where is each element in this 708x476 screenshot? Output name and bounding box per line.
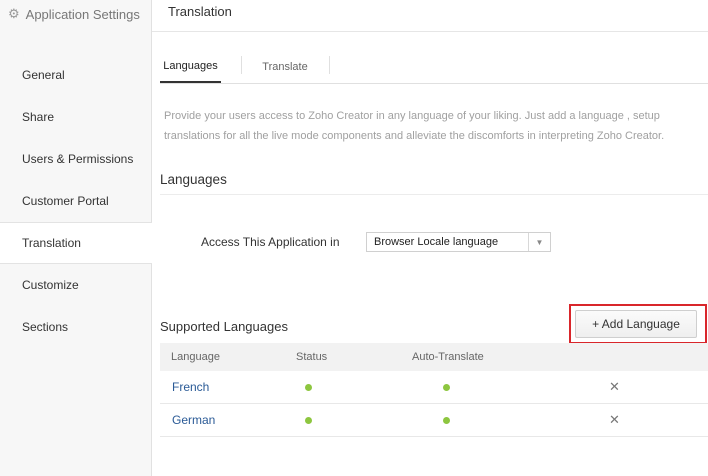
language-name[interactable]: French <box>172 371 209 403</box>
tab-translate[interactable]: Translate <box>250 50 320 83</box>
languages-heading: Languages <box>160 172 227 187</box>
tab-divider <box>329 56 330 74</box>
language-name[interactable]: German <box>172 404 215 436</box>
sidebar-header: ⚙ Application Settings <box>0 0 151 28</box>
close-icon[interactable]: ✕ <box>609 371 620 403</box>
sidebar-item-sections[interactable]: Sections <box>0 306 151 348</box>
sidebar-menu: General Share Users & Permissions Custom… <box>0 54 152 348</box>
section-divider <box>160 194 708 195</box>
add-language-button[interactable]: + Add Language <box>575 310 697 338</box>
close-icon[interactable]: ✕ <box>609 404 620 436</box>
table-row: French ✕ <box>160 371 708 404</box>
supported-languages-heading: Supported Languages <box>160 319 288 334</box>
sidebar-item-users-permissions[interactable]: Users & Permissions <box>0 138 151 180</box>
auto-translate-indicator <box>443 404 450 436</box>
tab-bar: Languages Translate <box>160 50 708 84</box>
status-dot-icon <box>443 416 450 424</box>
languages-table: Language Status Auto-Translate French ✕ … <box>160 343 708 437</box>
tab-languages[interactable]: Languages <box>160 50 221 83</box>
sidebar-item-customize[interactable]: Customize <box>0 264 151 306</box>
tab-divider <box>241 56 242 74</box>
sidebar-item-translation[interactable]: Translation <box>0 222 152 264</box>
description-text: Provide your users access to Zoho Creato… <box>164 110 665 142</box>
status-dot-icon <box>305 416 312 424</box>
sidebar-item-label: General <box>22 68 65 82</box>
sidebar-item-customer-portal[interactable]: Customer Portal <box>0 180 151 222</box>
tab-label: Languages <box>163 59 218 72</box>
access-label: Access This Application in <box>201 235 340 249</box>
table-row: German ✕ <box>160 404 708 437</box>
sidebar-item-label: Customize <box>22 278 79 292</box>
tab-label: Translate <box>262 60 308 73</box>
sidebar-header-label: Application Settings <box>25 6 140 22</box>
status-indicator <box>305 404 312 436</box>
sidebar-item-label: Customer Portal <box>22 194 109 208</box>
status-dot-icon <box>443 383 450 391</box>
table-header: Language Status Auto-Translate <box>160 343 708 371</box>
chevron-down-icon[interactable]: ▼ <box>528 233 550 251</box>
locale-select[interactable]: Browser Locale language ▼ <box>366 232 551 252</box>
page-header: Translation <box>152 0 708 32</box>
sidebar-item-label: Users & Permissions <box>22 152 134 166</box>
column-header-status: Status <box>296 351 328 363</box>
sidebar-item-label: Share <box>22 110 55 124</box>
gear-icon: ⚙ <box>8 6 20 21</box>
sidebar-item-general[interactable]: General <box>0 54 151 96</box>
sidebar-item-label: Sections <box>22 320 69 334</box>
page-title: Translation <box>168 4 232 19</box>
status-indicator <box>305 371 312 403</box>
sidebar-item-share[interactable]: Share <box>0 96 151 138</box>
sidebar-item-label: Translation <box>22 236 81 250</box>
sidebar: ⚙ Application Settings General Share Use… <box>0 0 152 476</box>
column-header-language: Language <box>171 351 220 363</box>
locale-select-value: Browser Locale language <box>374 236 499 248</box>
auto-translate-indicator <box>443 371 450 403</box>
status-dot-icon <box>305 383 312 391</box>
column-header-auto-translate: Auto-Translate <box>412 351 484 363</box>
